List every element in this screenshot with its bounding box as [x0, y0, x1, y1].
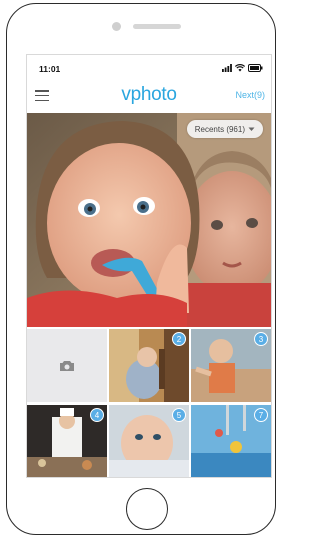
photo-thumbnail[interactable]: 4 [27, 405, 107, 477]
camera-icon [60, 361, 74, 371]
photo-grid: 2 3 4 5 7 [27, 329, 271, 477]
front-camera [112, 22, 121, 31]
photo-thumbnail[interactable]: 7 [191, 405, 271, 477]
photo-thumbnail[interactable]: 5 [109, 405, 189, 477]
album-label: Recents (961) [194, 124, 245, 134]
selection-badge: 4 [90, 408, 104, 422]
album-selector-dropdown[interactable]: Recents (961) [186, 120, 263, 138]
app-logo: vphoto [121, 84, 177, 105]
selection-badge: 3 [254, 332, 268, 346]
status-bar: 11:01 [27, 55, 271, 81]
nav-bar: vphoto Next(9) [27, 81, 271, 111]
selected-photo-preview[interactable]: Recents (961) [27, 113, 271, 327]
earpiece-speaker [133, 24, 181, 29]
photo-thumbnail[interactable]: 3 [191, 329, 271, 402]
phone-frame: 11:01 vphoto Next(9) Recents (961) 2 3 4… [6, 3, 276, 535]
battery-icon [248, 64, 263, 72]
camera-capture-tile[interactable] [27, 329, 107, 402]
home-button[interactable] [126, 488, 168, 530]
selection-badge: 5 [172, 408, 186, 422]
photo-thumbnail[interactable]: 2 [109, 329, 189, 402]
status-icons [222, 64, 263, 72]
next-button[interactable]: Next(9) [235, 90, 265, 100]
wifi-icon [235, 64, 245, 72]
selection-badge: 2 [172, 332, 186, 346]
status-time: 11:01 [39, 64, 61, 74]
app-screen: 11:01 vphoto Next(9) Recents (961) 2 3 4… [26, 54, 272, 478]
selection-badge: 7 [254, 408, 268, 422]
signal-icon [222, 64, 232, 72]
baby-photo-image [27, 113, 271, 327]
chevron-down-icon [248, 127, 255, 131]
